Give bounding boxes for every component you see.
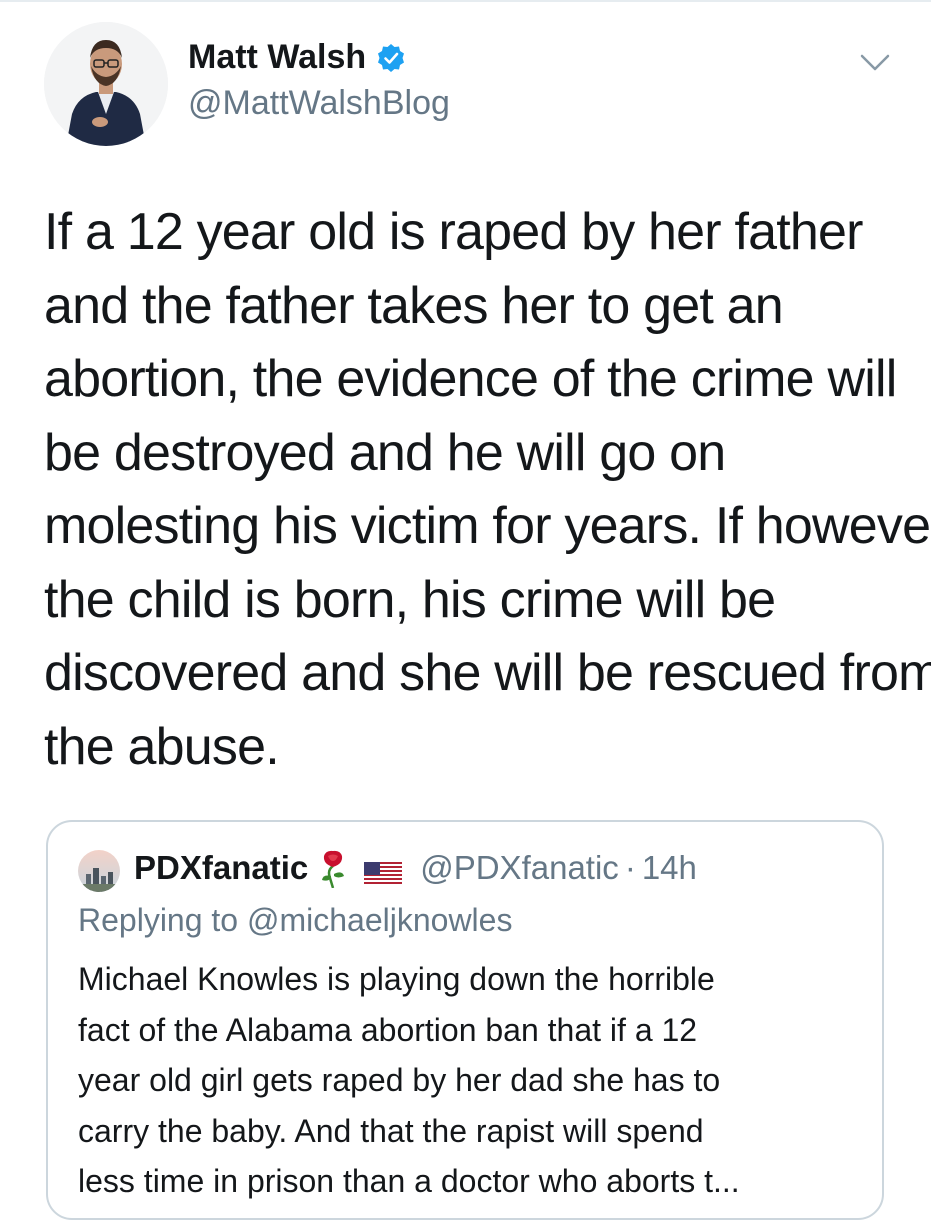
verified-badge-icon <box>376 43 406 73</box>
quoted-author-avatar <box>78 850 120 892</box>
tweet-text-line: be destroyed and he will go on <box>44 423 726 482</box>
tweet-text-line: the abuse. <box>44 717 280 776</box>
author-name-row[interactable]: Matt Walsh <box>188 38 406 77</box>
tweet-text-line: If a 12 year old is raped by her father <box>44 203 863 261</box>
quoted-text-line: carry the baby. And that the rapist will… <box>78 1112 704 1149</box>
author-handle[interactable]: @MattWalshBlog <box>188 84 450 123</box>
tweet-text-line: and the father takes her to get an <box>44 276 784 335</box>
rose-emoji-icon <box>318 848 348 889</box>
tweet-text-line: the child is born, his crime will be <box>44 570 776 629</box>
us-flag-emoji-icon <box>364 856 403 886</box>
tweet-text-line: discovered and she will be rescued from <box>44 644 931 702</box>
quoted-tweet-text: Michael Knowles is playing down the horr… <box>78 954 868 1207</box>
quoted-text-line: Michael Knowles is playing down the horr… <box>78 961 715 997</box>
quoted-text-line: less time in prison than a doctor who ab… <box>78 1163 740 1199</box>
author-name[interactable]: Matt Walsh <box>188 38 366 77</box>
chevron-down-icon[interactable] <box>858 50 892 76</box>
tweet-text-line: molesting his victim for years. If howev… <box>44 497 931 555</box>
separator-dot: · <box>624 849 636 886</box>
tweet-text-line: abortion, the evidence of the crime will <box>44 350 897 408</box>
tweet-text: If a 12 year old is raped by her father … <box>44 196 931 784</box>
quoted-header: PDXfanatic @PDXfanatic · 14h <box>134 848 697 889</box>
quoted-author-handle[interactable]: @PDXfanatic <box>420 849 619 887</box>
top-divider <box>0 0 931 2</box>
quoted-timestamp[interactable]: 14h <box>642 849 697 887</box>
replying-to[interactable]: Replying to @michaeljknowles <box>78 902 512 939</box>
quoted-text-line: fact of the Alabama abortion ban that if… <box>78 1011 698 1048</box>
quoted-text-line: year old girl gets raped by her dad she … <box>78 1062 721 1098</box>
quoted-tweet-card[interactable]: PDXfanatic @PDXfanatic · 14h Replying to… <box>46 820 884 1220</box>
author-avatar[interactable] <box>44 22 168 146</box>
quoted-author-name[interactable]: PDXfanatic <box>134 849 308 887</box>
